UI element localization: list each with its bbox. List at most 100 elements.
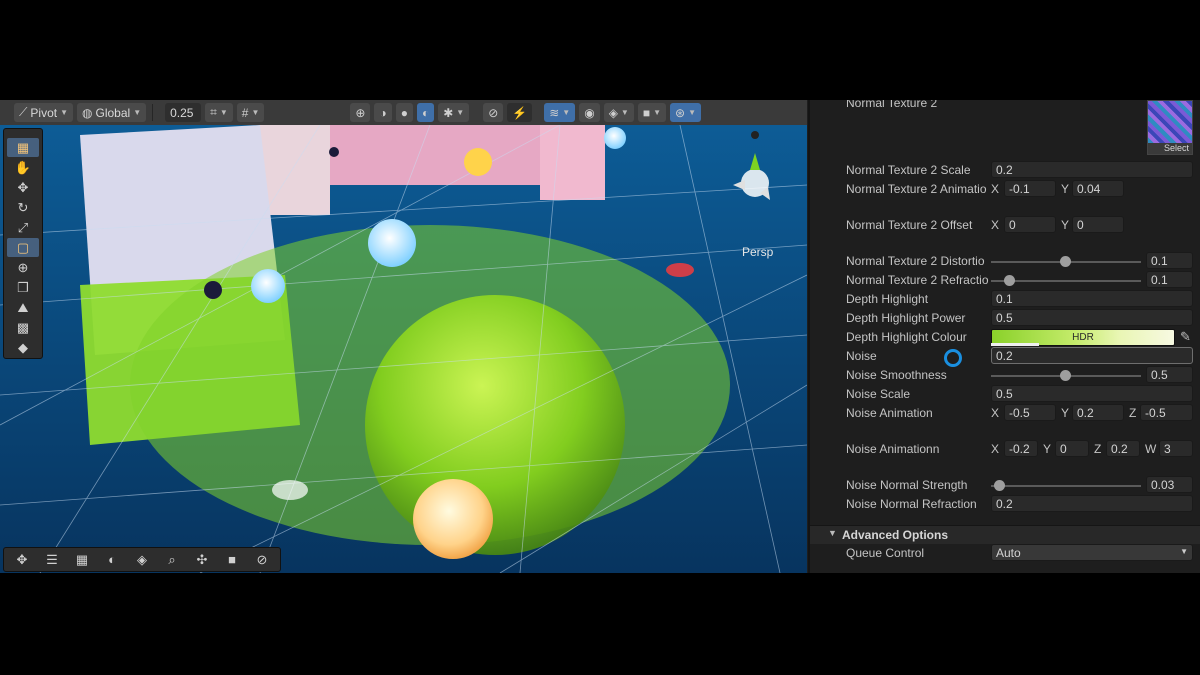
lighting-toggle[interactable]: ⚡ [507,103,533,122]
noise-scale-row: Noise Scale 0.5 [810,385,1200,404]
noise-animation-z-field[interactable]: -0.5 [1140,404,1193,421]
normal-texture-2-offset-row: Normal Texture 2 Offset X 0 Y 0 [810,216,1200,235]
visibility-toggle[interactable]: ◉ [579,103,600,122]
custom-tool-button[interactable]: ❐ [7,278,39,297]
noise-field[interactable]: 0.2 [991,347,1193,364]
rotate-icon: ↻ [17,199,29,215]
pivot-dropdown[interactable]: ⟋ Pivot ▼ [14,103,74,122]
chevron-down-icon: ▼ [562,108,571,117]
normal-texture-2-animation-label: Normal Texture 2 Animatio [846,182,987,196]
noise-normal-strength-label: Noise Normal Strength [846,478,968,492]
bottom-search-button[interactable]: ⌕ [158,550,186,569]
noise-scale-field[interactable]: 0.5 [991,385,1193,402]
debug-draw-button[interactable]: ✱ ▼ [438,103,470,122]
custom-tool-icon: ❐ [17,279,29,295]
normal-texture-2-distortion-label: Normal Texture 2 Distortio [846,254,985,268]
grid-snap-toggle[interactable]: ⌗ ▼ [205,103,233,122]
grid-paint-button[interactable]: ▩ [7,318,39,337]
hand-tool-button[interactable]: ✋ [7,158,39,177]
material-inspector: Normal Texture 2 Select Normal Texture 2… [808,100,1200,573]
effects-toggle[interactable]: ≋ ▼ [544,103,576,122]
noise-animation-x-field[interactable]: -0.5 [1004,404,1056,421]
noise-animationn-x-field[interactable]: -0.2 [1004,440,1038,457]
noise-animation-label: Noise Animation [846,406,933,420]
noise-animationn-z-field[interactable]: 0.2 [1106,440,1140,457]
normal-texture-2-refraction-field[interactable]: 0.1 [1146,271,1193,288]
depth-highlight-power-field[interactable]: 0.5 [991,309,1193,326]
bottom-shading-button[interactable]: ◐ [98,550,126,569]
w-axis-label: W [1145,442,1157,456]
snap-value-field[interactable]: 0.25 [165,103,202,122]
eyedropper-icon[interactable]: ✎ [1180,329,1191,345]
normal-texture-2-distortion-field[interactable]: 0.1 [1146,252,1193,269]
globe-icon: ◍ [82,105,93,120]
normal-texture-2-offset-x-field[interactable]: 0 [1004,216,1056,233]
projection-label[interactable]: Persp [742,245,773,259]
bottom-align-button[interactable]: ☰ [38,550,66,569]
editor-frame: ⟋ Pivot ▼ ◍ Global ▼ 0.25 ⌗ ▼ # ▼ ⊕ ◑ ● … [0,100,1200,573]
scale-icon: ⤢ [17,219,29,235]
noise-normal-refraction-field[interactable]: 0.2 [991,495,1193,512]
scene-viewport[interactable]: Persp [0,125,807,573]
noise-animationn-w-field[interactable]: 3 [1159,440,1193,457]
bottom-move-button[interactable]: ✥ [8,550,36,569]
rect-tool-button[interactable]: ▢ [7,238,39,257]
bottom-grid-snap-button[interactable]: ▦ [68,550,96,569]
noise-smoothness-field[interactable]: 0.5 [1146,366,1193,383]
scale-tool-button[interactable]: ⤢ [7,218,39,237]
bottom-pivot-button[interactable]: ✣ [188,550,216,569]
light-icon: ⚡ [512,105,528,120]
distortion-slider-knob[interactable] [1060,256,1071,267]
scene-view: ⟋ Pivot ▼ ◍ Global ▼ 0.25 ⌗ ▼ # ▼ ⊕ ◑ ● … [0,100,807,573]
chevron-down-icon: ▼ [456,108,465,117]
normal-texture-2-thumbnail[interactable]: Select [1147,100,1193,155]
noise-normal-refraction-row: Noise Normal Refraction 0.2 [810,495,1200,514]
terrain-tool-button[interactable]: ⛰ [7,298,39,317]
shaded-button[interactable]: ● [395,103,413,122]
advanced-options-foldout[interactable]: ▼ Advanced Options [810,525,1200,544]
noise-smoothness-row: Noise Smoothness 0.5 [810,366,1200,385]
cube-icon: ◆ [18,339,28,355]
queue-control-dropdown[interactable]: Auto ▼ [991,544,1193,561]
noise-row: Noise 0.2 [810,347,1200,367]
smoothness-slider-knob[interactable] [1060,370,1071,381]
grid-tool-button[interactable]: ▦ [7,138,39,157]
rotate-tool-button[interactable]: ↻ [7,198,39,217]
grid-visibility-toggle[interactable]: # ▼ [236,103,265,122]
depth-highlight-field[interactable]: 0.1 [991,290,1193,307]
2d-toggle[interactable]: ⊘ [483,103,504,122]
layers-dropdown[interactable]: ◈ ▼ [603,103,634,122]
global-dropdown[interactable]: ◍ Global ▼ [77,103,147,122]
noise-animation-y-field[interactable]: 0.2 [1072,404,1124,421]
depth-highlight-colour-label: Depth Highlight Colour [846,330,967,344]
refraction-slider-knob[interactable] [1004,275,1015,286]
shaded-wireframe-button[interactable]: ◑ [374,103,392,122]
noise-normal-strength-field[interactable]: 0.03 [1146,476,1193,493]
transform-tool-button[interactable]: ⊕ [7,258,39,277]
depth-highlight-power-row: Depth Highlight Power 0.5 [810,309,1200,328]
camera-dropdown[interactable]: ■ ▼ [637,103,667,122]
shaded-icon: ● [400,105,408,120]
unlit-button[interactable]: ◐ [416,103,435,122]
queue-control-value: Auto [996,546,1021,560]
move-tool-button[interactable]: ✥ [7,178,39,197]
normal-texture-2-distortion-row: Normal Texture 2 Distortio 0.1 [810,252,1200,271]
chevron-down-icon: ▼ [620,108,629,117]
select-texture-button[interactable]: Select [1148,143,1192,154]
cube-tool-button[interactable]: ◆ [7,338,39,357]
normal-texture-2-scale-field[interactable]: 0.2 [991,161,1193,178]
normal-texture-2-animation-x-field[interactable]: -0.1 [1004,180,1056,197]
scene-toolbar: ⟋ Pivot ▼ ◍ Global ▼ 0.25 ⌗ ▼ # ▼ ⊕ ◑ ● … [0,100,807,126]
gizmos-dropdown[interactable]: ⊛ ▼ [670,103,701,122]
normal-strength-slider-knob[interactable] [994,480,1005,491]
bottom-compass-button[interactable]: ⊘ [248,550,276,569]
noise-animationn-y-field[interactable]: 0 [1055,440,1089,457]
bottom-layers-button[interactable]: ◈ [128,550,156,569]
normal-strength-slider-track[interactable] [991,485,1141,487]
normal-texture-2-animation-y-field[interactable]: 0.04 [1072,180,1124,197]
transform-icon: ⊕ [17,259,29,275]
normal-texture-2-offset-y-field[interactable]: 0 [1072,216,1124,233]
global-label: Global [95,105,131,120]
bottom-camera-button[interactable]: ■ [218,550,246,569]
wireframe-button[interactable]: ⊕ [350,103,371,122]
